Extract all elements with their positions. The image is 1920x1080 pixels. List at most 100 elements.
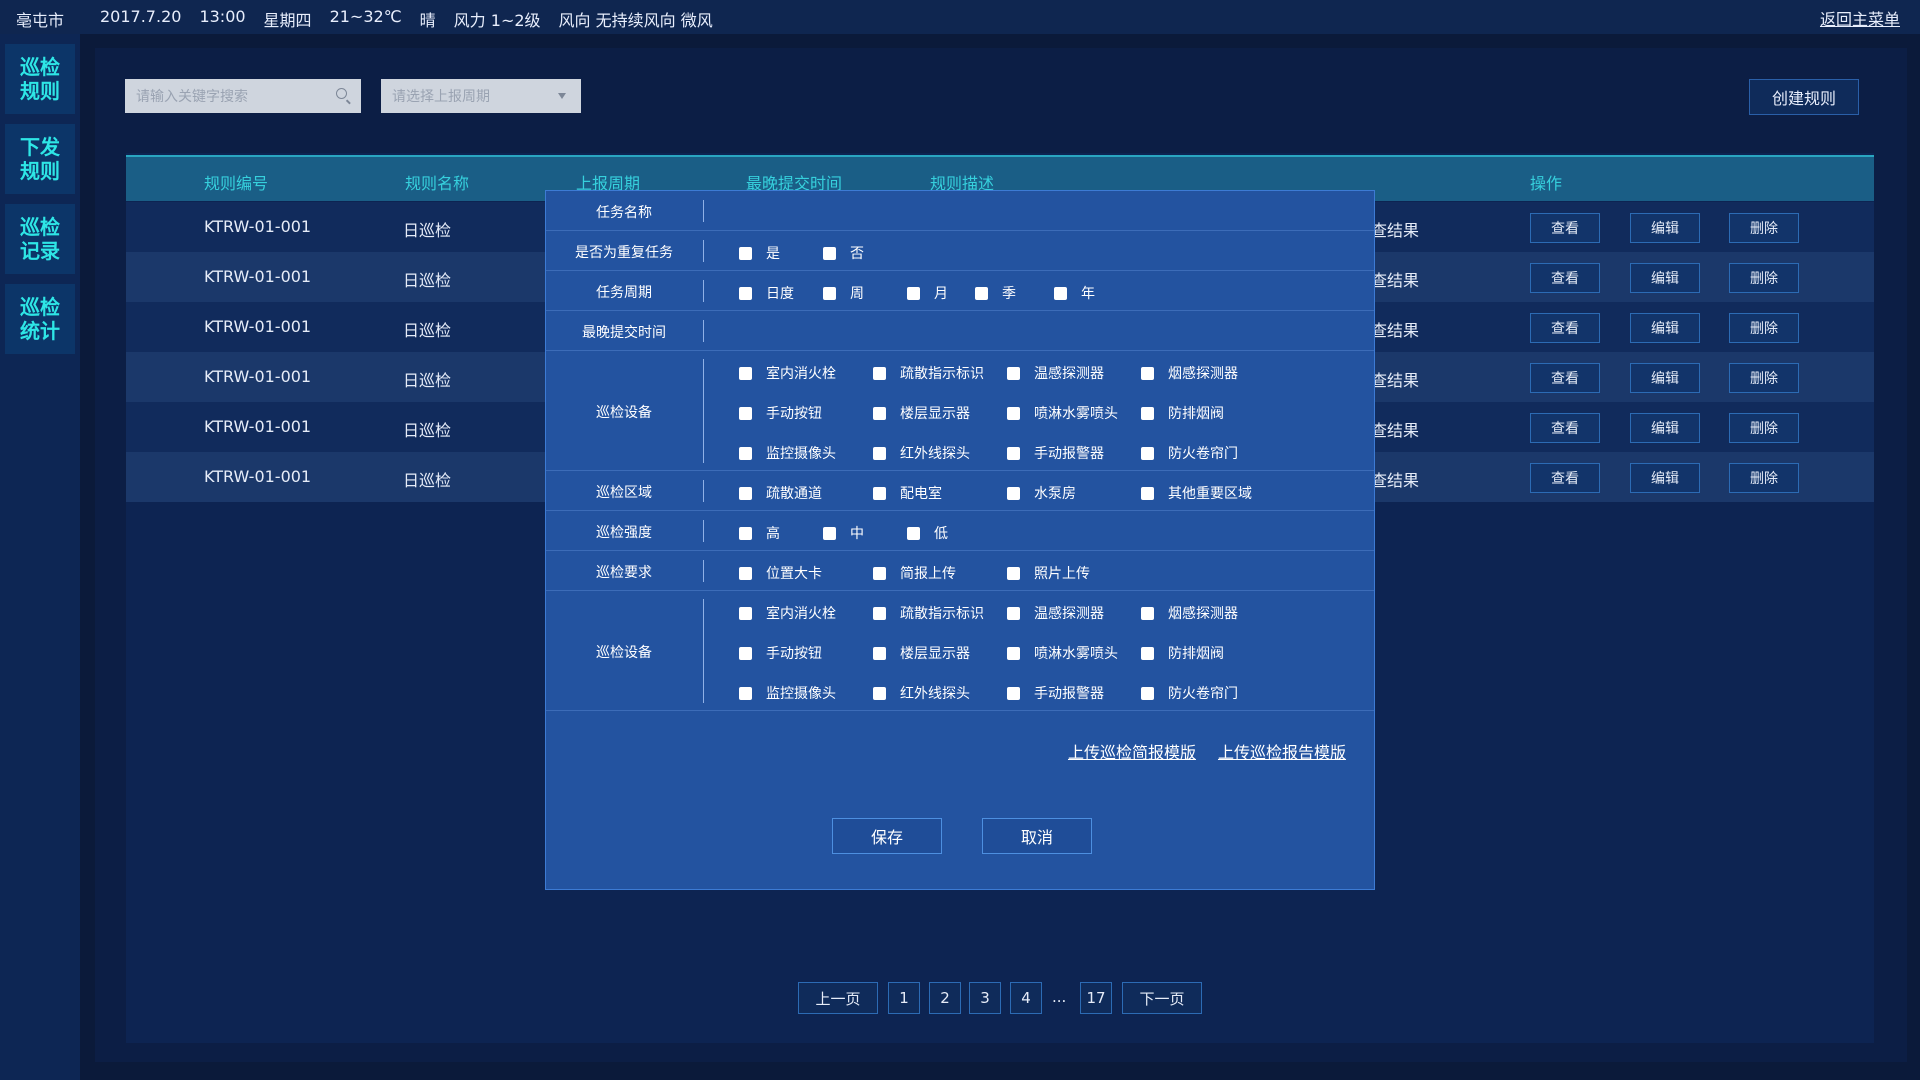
checkbox-box[interactable]: [739, 246, 752, 260]
checkbox-option[interactable]: 室内消火栓: [739, 603, 836, 623]
checkbox-option[interactable]: 烟感探测器: [1141, 363, 1238, 383]
checkbox-option[interactable]: 周: [823, 283, 864, 303]
checkbox-option[interactable]: 红外线探头: [873, 683, 970, 703]
checkbox-box[interactable]: [1141, 406, 1154, 420]
page-button-1[interactable]: 1: [888, 982, 920, 1014]
checkbox-box[interactable]: [873, 446, 886, 460]
sidebar-item-inspection-rules[interactable]: 巡检规则: [5, 44, 75, 114]
checkbox-box[interactable]: [823, 246, 836, 260]
checkbox-option[interactable]: 烟感探测器: [1141, 603, 1238, 623]
checkbox-box[interactable]: [1141, 486, 1154, 500]
checkbox-box[interactable]: [739, 606, 752, 620]
checkbox-box[interactable]: [1141, 446, 1154, 460]
prev-page-button[interactable]: 上一页: [798, 982, 878, 1014]
checkbox-option[interactable]: 防火卷帘门: [1141, 683, 1238, 703]
view-button[interactable]: 查看: [1530, 463, 1600, 493]
checkbox-option[interactable]: 月: [907, 283, 948, 303]
delete-button[interactable]: 删除: [1729, 463, 1799, 493]
view-button[interactable]: 查看: [1530, 313, 1600, 343]
view-button[interactable]: 查看: [1530, 363, 1600, 393]
edit-button[interactable]: 编辑: [1630, 213, 1700, 243]
checkbox-box[interactable]: [873, 606, 886, 620]
checkbox-option[interactable]: 防排烟阀: [1141, 403, 1224, 423]
page-button-3[interactable]: 3: [969, 982, 1001, 1014]
edit-button[interactable]: 编辑: [1630, 263, 1700, 293]
next-page-button[interactable]: 下一页: [1122, 982, 1202, 1014]
deadline-input[interactable]: [706, 315, 1366, 347]
checkbox-box[interactable]: [907, 286, 920, 300]
checkbox-box[interactable]: [873, 486, 886, 500]
page-button-4[interactable]: 4: [1010, 982, 1042, 1014]
checkbox-box[interactable]: [1141, 686, 1154, 700]
checkbox-option[interactable]: 疏散指示标识: [873, 363, 984, 383]
checkbox-option[interactable]: 手动报警器: [1007, 683, 1104, 703]
checkbox-box[interactable]: [873, 686, 886, 700]
checkbox-box[interactable]: [1007, 406, 1020, 420]
sidebar-item-issue-rules[interactable]: 下发规则: [5, 124, 75, 194]
checkbox-box[interactable]: [975, 286, 988, 300]
upload-report-template-link[interactable]: 上传巡检报告模版: [1218, 739, 1346, 763]
checkbox-box[interactable]: [873, 646, 886, 660]
checkbox-box[interactable]: [1141, 606, 1154, 620]
checkbox-box[interactable]: [823, 526, 836, 540]
checkbox-option[interactable]: 楼层显示器: [873, 403, 970, 423]
sidebar-item-inspection-stats[interactable]: 巡检统计: [5, 284, 75, 354]
checkbox-option[interactable]: 低: [907, 523, 948, 543]
edit-button[interactable]: 编辑: [1630, 313, 1700, 343]
checkbox-option[interactable]: 手动按钮: [739, 643, 822, 663]
cancel-button[interactable]: 取消: [982, 818, 1092, 854]
create-rule-button[interactable]: 创建规则: [1749, 79, 1859, 115]
checkbox-box[interactable]: [739, 526, 752, 540]
checkbox-box[interactable]: [873, 406, 886, 420]
page-button-17[interactable]: 17: [1080, 982, 1112, 1014]
delete-button[interactable]: 删除: [1729, 213, 1799, 243]
back-to-main-menu-link[interactable]: 返回主菜单: [1820, 6, 1900, 30]
search-icon[interactable]: [336, 88, 347, 99]
checkbox-option[interactable]: 防火卷帘门: [1141, 443, 1238, 463]
view-button[interactable]: 查看: [1530, 213, 1600, 243]
checkbox-box[interactable]: [739, 406, 752, 420]
delete-button[interactable]: 删除: [1729, 363, 1799, 393]
checkbox-box[interactable]: [873, 566, 886, 580]
save-button[interactable]: 保存: [832, 818, 942, 854]
checkbox-option[interactable]: 季: [975, 283, 1016, 303]
checkbox-box[interactable]: [739, 646, 752, 660]
checkbox-box[interactable]: [1007, 486, 1020, 500]
checkbox-option[interactable]: 中: [823, 523, 864, 543]
checkbox-option[interactable]: 高: [739, 523, 780, 543]
checkbox-option[interactable]: 疏散指示标识: [873, 603, 984, 623]
search-input[interactable]: 请输入关键字搜索: [125, 79, 361, 113]
delete-button[interactable]: 删除: [1729, 413, 1799, 443]
checkbox-box[interactable]: [873, 366, 886, 380]
checkbox-box[interactable]: [1141, 366, 1154, 380]
period-select[interactable]: 请选择上报周期: [381, 79, 581, 113]
checkbox-box[interactable]: [907, 526, 920, 540]
checkbox-box[interactable]: [739, 286, 752, 300]
checkbox-option[interactable]: 日度: [739, 283, 794, 303]
checkbox-box[interactable]: [823, 286, 836, 300]
checkbox-option[interactable]: 疏散通道: [739, 483, 822, 503]
sidebar-item-inspection-records[interactable]: 巡检记录: [5, 204, 75, 274]
edit-button[interactable]: 编辑: [1630, 463, 1700, 493]
checkbox-option[interactable]: 喷淋水雾喷头: [1007, 403, 1118, 423]
checkbox-box[interactable]: [739, 686, 752, 700]
checkbox-box[interactable]: [739, 486, 752, 500]
checkbox-option[interactable]: 楼层显示器: [873, 643, 970, 663]
checkbox-box[interactable]: [1054, 286, 1067, 300]
checkbox-option[interactable]: 配电室: [873, 483, 942, 503]
checkbox-option[interactable]: 照片上传: [1007, 563, 1090, 583]
checkbox-box[interactable]: [1007, 606, 1020, 620]
checkbox-box[interactable]: [739, 566, 752, 580]
checkbox-box[interactable]: [1007, 646, 1020, 660]
view-button[interactable]: 查看: [1530, 263, 1600, 293]
checkbox-option[interactable]: 其他重要区域: [1141, 483, 1252, 503]
checkbox-option[interactable]: 是: [739, 243, 780, 263]
page-button-2[interactable]: 2: [929, 982, 961, 1014]
checkbox-option[interactable]: 喷淋水雾喷头: [1007, 643, 1118, 663]
checkbox-option[interactable]: 红外线探头: [873, 443, 970, 463]
checkbox-option[interactable]: 水泵房: [1007, 483, 1076, 503]
checkbox-box[interactable]: [1007, 446, 1020, 460]
checkbox-option[interactable]: 室内消火栓: [739, 363, 836, 383]
checkbox-option[interactable]: 温感探测器: [1007, 603, 1104, 623]
checkbox-option[interactable]: 年: [1054, 283, 1095, 303]
